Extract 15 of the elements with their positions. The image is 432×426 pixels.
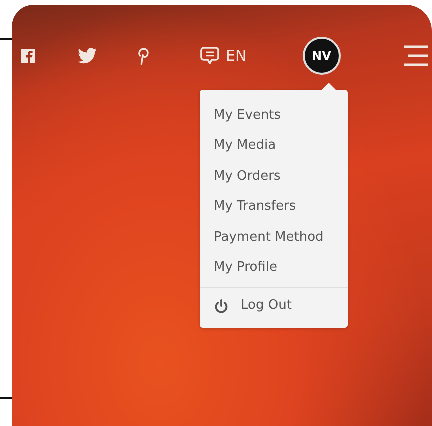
menu-item[interactable]: My Profile [200, 253, 348, 284]
language-link[interactable]: EN [226, 47, 247, 65]
menu-item[interactable]: My Events [200, 101, 348, 132]
twitter-icon[interactable] [78, 48, 97, 64]
log-out-button[interactable]: Log Out [200, 291, 348, 322]
power-icon [214, 299, 229, 314]
menu-item[interactable]: Payment Method [200, 222, 348, 254]
menu-item[interactable]: My Orders [200, 162, 348, 192]
facebook-icon[interactable] [20, 48, 36, 64]
avatar-button[interactable]: NV [302, 37, 341, 75]
menu-icon[interactable] [402, 45, 428, 67]
menu-item[interactable]: My Media [200, 131, 348, 162]
pinterest-icon[interactable] [137, 46, 150, 66]
chat-bubble-icon[interactable] [200, 46, 220, 66]
menu-item[interactable]: My Transfers [200, 192, 348, 223]
